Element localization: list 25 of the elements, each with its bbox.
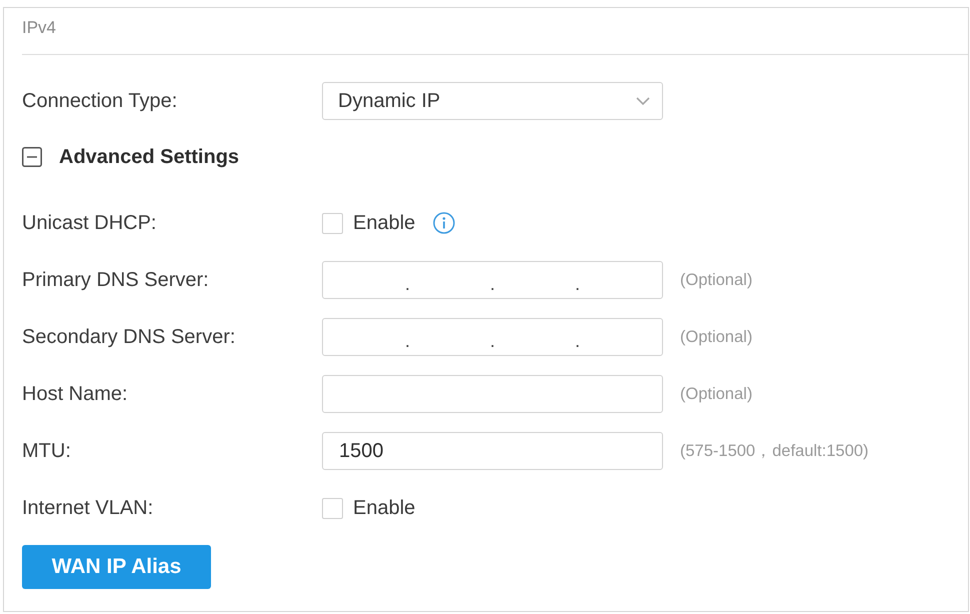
- ip-address-field[interactable]: . . .: [322, 318, 663, 356]
- advanced-settings-toggle[interactable]: Advanced Settings: [22, 146, 240, 168]
- chevron-down-icon: [636, 97, 650, 105]
- hint-text: (Optional): [680, 384, 752, 404]
- field-label: MTU:: [22, 440, 71, 462]
- field-label: Internet VLAN:: [22, 496, 154, 520]
- field-label: Unicast DHCP:: [22, 212, 156, 234]
- ip-address-field[interactable]: . . .: [322, 261, 663, 299]
- enable-label[interactable]: Enable: [353, 212, 416, 234]
- hint-text: (Optional): [680, 270, 752, 290]
- connection-type-select[interactable]: Dynamic IP: [322, 82, 663, 120]
- enable-label[interactable]: Enable: [353, 496, 416, 520]
- field-label: Host Name:: [22, 382, 128, 406]
- input-field[interactable]: 1500: [322, 432, 663, 470]
- minus-box-icon[interactable]: [22, 147, 42, 167]
- checkbox[interactable]: [322, 498, 343, 518]
- info-icon[interactable]: [433, 212, 456, 234]
- field-label: Connection Type:: [22, 90, 178, 112]
- field-label: Secondary DNS Server:: [22, 326, 236, 348]
- checkbox[interactable]: [322, 212, 343, 234]
- input-field[interactable]: [322, 375, 663, 413]
- hint-text: (Optional): [680, 328, 752, 346]
- field-label: Primary DNS Server:: [22, 268, 209, 292]
- hint-text: (575-1500，default:1500): [680, 441, 869, 462]
- panel-title: IPv4: [22, 18, 56, 38]
